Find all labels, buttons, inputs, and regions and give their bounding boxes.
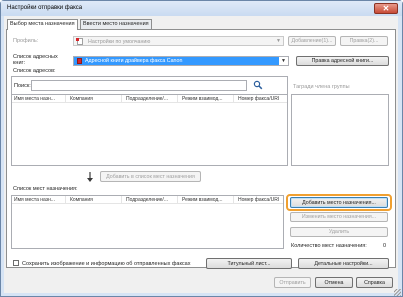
save-image-checkbox-label: Сохранить изображение и информацию об от… xyxy=(22,261,191,267)
add-destination-button[interactable]: Добавить место назначения... xyxy=(290,197,388,208)
chevron-down-icon: ▼ xyxy=(276,38,281,44)
edit-address-book-button[interactable]: Правка адресной книги... xyxy=(296,56,389,66)
profile-value: Настройки по умолчанию xyxy=(88,39,151,45)
destination-col-name[interactable]: Имя места назн... xyxy=(12,196,66,204)
arrow-down-icon xyxy=(86,172,94,182)
tab-enter-destination[interactable]: Ввести место назначения xyxy=(80,19,152,29)
address-col-department[interactable]: Подразделение/... xyxy=(124,95,178,103)
address-table[interactable]: Имя места назн... Компания Подразделение… xyxy=(11,94,288,166)
profile-add-button[interactable]: Добавление(1)... xyxy=(288,36,336,46)
cancel-button[interactable]: Отмена xyxy=(315,277,353,288)
address-col-company[interactable]: Компания xyxy=(68,95,122,103)
address-book-dropdown[interactable]: Адресной книги драйвера факса Canon ▼ xyxy=(73,56,289,66)
add-to-destination-button[interactable]: Добавить в список мест назначения xyxy=(100,171,201,182)
cover-sheet-button[interactable]: Титульный лист... xyxy=(206,258,292,269)
address-table-header: Имя места назн... Компания Подразделение… xyxy=(12,95,287,103)
group-members-label: Тагради члена группы xyxy=(293,84,350,90)
tab-select-destination[interactable]: Выбор места назначения xyxy=(7,19,78,30)
address-col-name[interactable]: Имя места назн... xyxy=(12,95,66,103)
close-button[interactable]: ✕ xyxy=(374,3,398,14)
save-image-checkbox[interactable] xyxy=(13,260,19,266)
chevron-down-icon: ▼ xyxy=(281,58,286,64)
close-icon: ✕ xyxy=(382,4,390,13)
title-bar[interactable]: Настройки отправки факса ✕ xyxy=(1,1,402,16)
profile-dropdown[interactable]: Настройки по умолчанию ▼ xyxy=(73,36,284,46)
detailed-settings-button[interactable]: Детальные настройки... xyxy=(298,258,389,269)
destination-col-department[interactable]: Подразделение/... xyxy=(124,196,178,204)
delete-destination-button[interactable]: Удалить xyxy=(290,227,388,237)
destination-table[interactable]: Имя места назн... Компания Подразделение… xyxy=(11,195,284,249)
address-book-icon xyxy=(77,58,82,64)
destination-col-mode[interactable]: Режим взаимод... xyxy=(180,196,234,204)
window-title: Настройки отправки факса xyxy=(7,5,83,11)
address-list-label: Список адресов: xyxy=(13,68,56,74)
destination-count-value: 0 xyxy=(383,243,387,249)
send-button[interactable]: Отправить xyxy=(274,277,311,288)
search-input[interactable] xyxy=(31,80,247,91)
group-members-list[interactable] xyxy=(291,94,389,166)
address-col-mode[interactable]: Режим взаимод... xyxy=(180,95,234,103)
destination-list-label: Список мест назначения: xyxy=(13,186,78,192)
help-button[interactable]: Справка xyxy=(356,277,393,288)
destination-col-company[interactable]: Компания xyxy=(68,196,122,204)
address-book-label: Список адресных книг: xyxy=(13,54,58,66)
profile-icon xyxy=(76,38,83,45)
destination-col-fax[interactable]: Номер факса/URI xyxy=(236,196,283,204)
resize-grip[interactable] xyxy=(394,289,401,296)
destination-count-label: Количество мест назначения: xyxy=(291,243,367,249)
profile-label: Профиль: xyxy=(13,38,39,44)
address-col-fax[interactable]: Номер факса/URI xyxy=(236,95,287,103)
search-label: Поиск: xyxy=(14,83,31,89)
destination-table-header: Имя места назн... Компания Подразделение… xyxy=(12,196,283,204)
address-book-value: Адресной книги драйвера факса Canon xyxy=(85,58,183,64)
search-icon[interactable] xyxy=(253,80,263,90)
edit-destination-button[interactable]: Изменить место назначения... xyxy=(290,212,388,222)
profile-edit-button[interactable]: Правка(2)... xyxy=(340,36,388,46)
